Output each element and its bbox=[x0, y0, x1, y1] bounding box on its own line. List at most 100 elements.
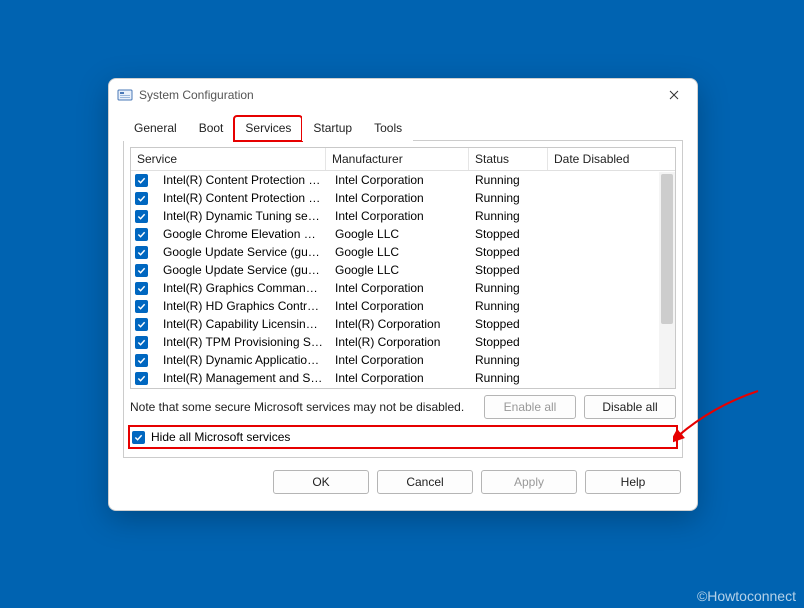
list-rows: Intel(R) Content Protection HEC...Intel … bbox=[131, 171, 675, 387]
col-service[interactable]: Service bbox=[131, 148, 326, 170]
cell-service: Intel(R) Management and Securi... bbox=[157, 370, 329, 386]
apply-button[interactable]: Apply bbox=[481, 470, 577, 494]
cell-service: Google Update Service (gupdatem) bbox=[157, 262, 329, 278]
cell-manufacturer: Intel Corporation bbox=[329, 370, 469, 386]
cancel-button[interactable]: Cancel bbox=[377, 470, 473, 494]
table-row[interactable]: Intel(R) Management and Securi...Intel C… bbox=[131, 369, 675, 387]
cell-manufacturer: Intel Corporation bbox=[329, 298, 469, 314]
row-checkbox[interactable] bbox=[135, 354, 148, 367]
cell-status: Stopped bbox=[469, 316, 545, 332]
cell-status: Stopped bbox=[469, 226, 545, 242]
cell-date bbox=[545, 323, 657, 325]
cell-manufacturer: Intel Corporation bbox=[329, 352, 469, 368]
cell-service: Intel(R) Content Protection HDC... bbox=[157, 190, 329, 206]
table-row[interactable]: Intel(R) Content Protection HDC...Intel … bbox=[131, 189, 675, 207]
tab-services[interactable]: Services bbox=[234, 116, 302, 141]
hide-ms-label: Hide all Microsoft services bbox=[151, 430, 290, 444]
cell-date bbox=[545, 197, 657, 199]
cell-status: Stopped bbox=[469, 262, 545, 278]
cell-service: Intel(R) HD Graphics Control Pa... bbox=[157, 298, 329, 314]
cell-date bbox=[545, 179, 657, 181]
cell-manufacturer: Google LLC bbox=[329, 244, 469, 260]
row-checkbox[interactable] bbox=[135, 336, 148, 349]
dialog-body: General Boot Services Startup Tools Serv… bbox=[109, 111, 697, 510]
cell-manufacturer: Intel(R) Corporation bbox=[329, 316, 469, 332]
row-checkbox[interactable] bbox=[135, 282, 148, 295]
list-header: Service Manufacturer Status Date Disable… bbox=[131, 148, 675, 171]
cell-status: Running bbox=[469, 190, 545, 206]
cell-status: Running bbox=[469, 298, 545, 314]
cell-status: Running bbox=[469, 208, 545, 224]
table-row[interactable]: Intel(R) Dynamic Tuning serviceIntel Cor… bbox=[131, 207, 675, 225]
row-checkbox[interactable] bbox=[135, 210, 148, 223]
tab-tools[interactable]: Tools bbox=[363, 116, 413, 141]
cell-status: Stopped bbox=[469, 244, 545, 260]
disable-note: Note that some secure Microsoft services… bbox=[130, 400, 476, 414]
cell-date bbox=[545, 287, 657, 289]
cell-manufacturer: Intel(R) Corporation bbox=[329, 334, 469, 350]
cell-status: Running bbox=[469, 172, 545, 188]
titlebar: System Configuration bbox=[109, 79, 697, 111]
cell-manufacturer: Intel Corporation bbox=[329, 190, 469, 206]
cell-manufacturer: Intel Corporation bbox=[329, 172, 469, 188]
cell-date bbox=[545, 377, 657, 379]
row-checkbox[interactable] bbox=[135, 228, 148, 241]
cell-service: Google Chrome Elevation Servic... bbox=[157, 226, 329, 242]
hide-ms-services-row[interactable]: Hide all Microsoft services bbox=[130, 427, 676, 447]
table-row[interactable]: Intel(R) HD Graphics Control Pa...Intel … bbox=[131, 297, 675, 315]
scrollbar[interactable] bbox=[659, 172, 675, 388]
row-checkbox[interactable] bbox=[135, 192, 148, 205]
cell-manufacturer: Google LLC bbox=[329, 262, 469, 278]
table-row[interactable]: Google Update Service (gupdate)Google LL… bbox=[131, 243, 675, 261]
note-row: Note that some secure Microsoft services… bbox=[130, 395, 676, 419]
tab-general[interactable]: General bbox=[123, 116, 188, 141]
table-row[interactable]: Intel(R) TPM Provisioning ServiceIntel(R… bbox=[131, 333, 675, 351]
cell-service: Intel(R) Capability Licensing Ser... bbox=[157, 316, 329, 332]
col-date-disabled[interactable]: Date Disabled bbox=[548, 148, 672, 170]
table-row[interactable]: Google Chrome Elevation Servic...Google … bbox=[131, 225, 675, 243]
cell-manufacturer: Intel Corporation bbox=[329, 280, 469, 296]
watermark: ©Howtoconnect bbox=[697, 588, 796, 604]
enable-all-button[interactable]: Enable all bbox=[484, 395, 576, 419]
cell-status: Running bbox=[469, 352, 545, 368]
row-checkbox[interactable] bbox=[135, 372, 148, 385]
window-title: System Configuration bbox=[139, 88, 659, 102]
ok-button[interactable]: OK bbox=[273, 470, 369, 494]
col-manufacturer[interactable]: Manufacturer bbox=[326, 148, 469, 170]
cell-date bbox=[545, 251, 657, 253]
cell-status: Running bbox=[469, 370, 545, 386]
table-row[interactable]: Google Update Service (gupdatem)Google L… bbox=[131, 261, 675, 279]
cell-date bbox=[545, 305, 657, 307]
cell-status: Running bbox=[469, 280, 545, 296]
services-pane: Service Manufacturer Status Date Disable… bbox=[123, 141, 683, 458]
cell-status: Stopped bbox=[469, 334, 545, 350]
tab-boot[interactable]: Boot bbox=[188, 116, 235, 141]
row-checkbox[interactable] bbox=[135, 264, 148, 277]
services-list[interactable]: Service Manufacturer Status Date Disable… bbox=[130, 147, 676, 389]
cell-date bbox=[545, 359, 657, 361]
close-button[interactable] bbox=[659, 81, 689, 109]
disable-all-button[interactable]: Disable all bbox=[584, 395, 676, 419]
cell-service: Intel(R) Dynamic Tuning service bbox=[157, 208, 329, 224]
scroll-thumb[interactable] bbox=[661, 174, 673, 324]
help-button[interactable]: Help bbox=[585, 470, 681, 494]
app-icon bbox=[117, 87, 133, 103]
table-row[interactable]: Intel(R) Dynamic Application Loa...Intel… bbox=[131, 351, 675, 369]
cell-service: Intel(R) Graphics Command Cen... bbox=[157, 280, 329, 296]
row-checkbox[interactable] bbox=[135, 300, 148, 313]
table-row[interactable]: Intel(R) Content Protection HEC...Intel … bbox=[131, 171, 675, 189]
row-checkbox[interactable] bbox=[135, 318, 148, 331]
tab-startup[interactable]: Startup bbox=[302, 116, 363, 141]
table-row[interactable]: Intel(R) Capability Licensing Ser...Inte… bbox=[131, 315, 675, 333]
cell-date bbox=[545, 233, 657, 235]
system-configuration-window: System Configuration General Boot Servic… bbox=[108, 78, 698, 511]
col-status[interactable]: Status bbox=[469, 148, 548, 170]
table-row[interactable]: Intel(R) Graphics Command Cen...Intel Co… bbox=[131, 279, 675, 297]
row-checkbox[interactable] bbox=[135, 174, 148, 187]
hide-ms-checkbox[interactable] bbox=[132, 431, 145, 444]
dialog-buttons: OK Cancel Apply Help bbox=[123, 458, 683, 496]
cell-service: Google Update Service (gupdate) bbox=[157, 244, 329, 260]
cell-service: Intel(R) Dynamic Application Loa... bbox=[157, 352, 329, 368]
row-checkbox[interactable] bbox=[135, 246, 148, 259]
cell-manufacturer: Google LLC bbox=[329, 226, 469, 242]
